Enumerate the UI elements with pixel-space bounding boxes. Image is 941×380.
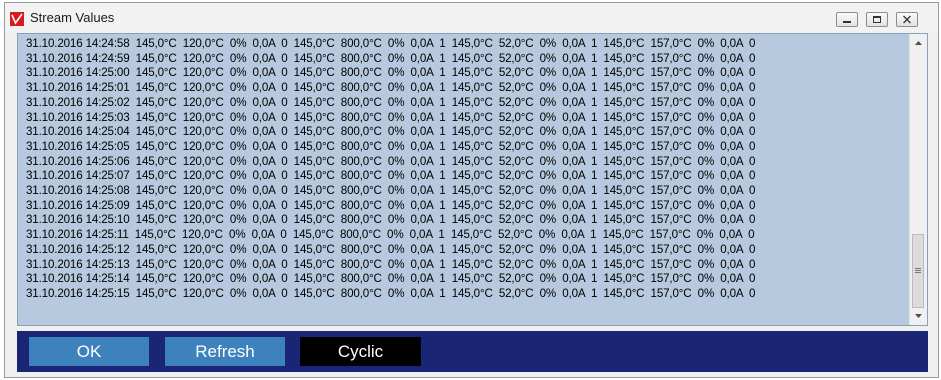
maximize-button[interactable] [866, 12, 888, 27]
stream-row: 31.10.2016 14:25:09 145,0°C 120,0°C 0% 0… [26, 198, 756, 212]
stream-row: 31.10.2016 14:24:59 145,0°C 120,0°C 0% 0… [26, 51, 756, 65]
stream-row: 31.10.2016 14:25:11 145,0°C 120,0°C 0% 0… [26, 228, 755, 242]
window-title: Stream Values [30, 10, 115, 25]
stream-row: 31.10.2016 14:25:13 145,0°C 120,0°C 0% 0… [26, 257, 756, 271]
title-bar[interactable]: Stream Values [5, 3, 938, 33]
scroll-thumb[interactable] [912, 234, 924, 308]
stream-row: 31.10.2016 14:25:02 145,0°C 120,0°C 0% 0… [26, 95, 756, 109]
stream-row: 31.10.2016 14:25:00 145,0°C 120,0°C 0% 0… [26, 66, 756, 80]
stream-row: 31.10.2016 14:25:08 145,0°C 120,0°C 0% 0… [26, 184, 756, 198]
stream-row: 31.10.2016 14:25:04 145,0°C 120,0°C 0% 0… [26, 125, 756, 139]
stream-values-list[interactable]: 31.10.2016 14:24:58 145,0°C 120,0°C 0% 0… [17, 33, 928, 326]
minimize-button[interactable] [836, 12, 858, 27]
grip-icon [915, 268, 921, 273]
close-icon [903, 15, 911, 24]
maximize-icon [873, 16, 881, 23]
scroll-up-icon[interactable] [910, 34, 927, 51]
stream-row: 31.10.2016 14:24:58 145,0°C 120,0°C 0% 0… [26, 37, 756, 50]
stream-row: 31.10.2016 14:25:05 145,0°C 120,0°C 0% 0… [26, 139, 756, 153]
close-button[interactable] [896, 12, 918, 27]
vertical-scrollbar[interactable] [909, 34, 927, 325]
app-logo-icon [10, 12, 24, 26]
stream-row: 31.10.2016 14:25:06 145,0°C 120,0°C 0% 0… [26, 154, 756, 168]
button-bar: OK Refresh Cyclic [17, 331, 928, 372]
stream-row: 31.10.2016 14:25:14 145,0°C 120,0°C 0% 0… [26, 272, 756, 286]
ok-button[interactable]: OK [29, 337, 149, 366]
stream-rows: 31.10.2016 14:24:58 145,0°C 120,0°C 0% 0… [26, 37, 755, 302]
stream-row: 31.10.2016 14:25:03 145,0°C 120,0°C 0% 0… [26, 110, 756, 124]
stream-row: 31.10.2016 14:25:12 145,0°C 120,0°C 0% 0… [26, 242, 756, 256]
cyclic-button[interactable]: Cyclic [300, 337, 421, 366]
refresh-button[interactable]: Refresh [165, 337, 285, 366]
stream-row: 31.10.2016 14:25:07 145,0°C 120,0°C 0% 0… [26, 169, 756, 183]
scroll-down-icon[interactable] [910, 308, 927, 325]
stream-row: 31.10.2016 14:25:10 145,0°C 120,0°C 0% 0… [26, 213, 756, 227]
minimize-icon [843, 21, 851, 23]
stream-row: 31.10.2016 14:25:01 145,0°C 120,0°C 0% 0… [26, 81, 756, 95]
stream-row: 31.10.2016 14:25:15 145,0°C 120,0°C 0% 0… [26, 286, 756, 300]
stream-values-window: Stream Values 31.10.2016 14:24:58 145,0°… [4, 2, 939, 378]
